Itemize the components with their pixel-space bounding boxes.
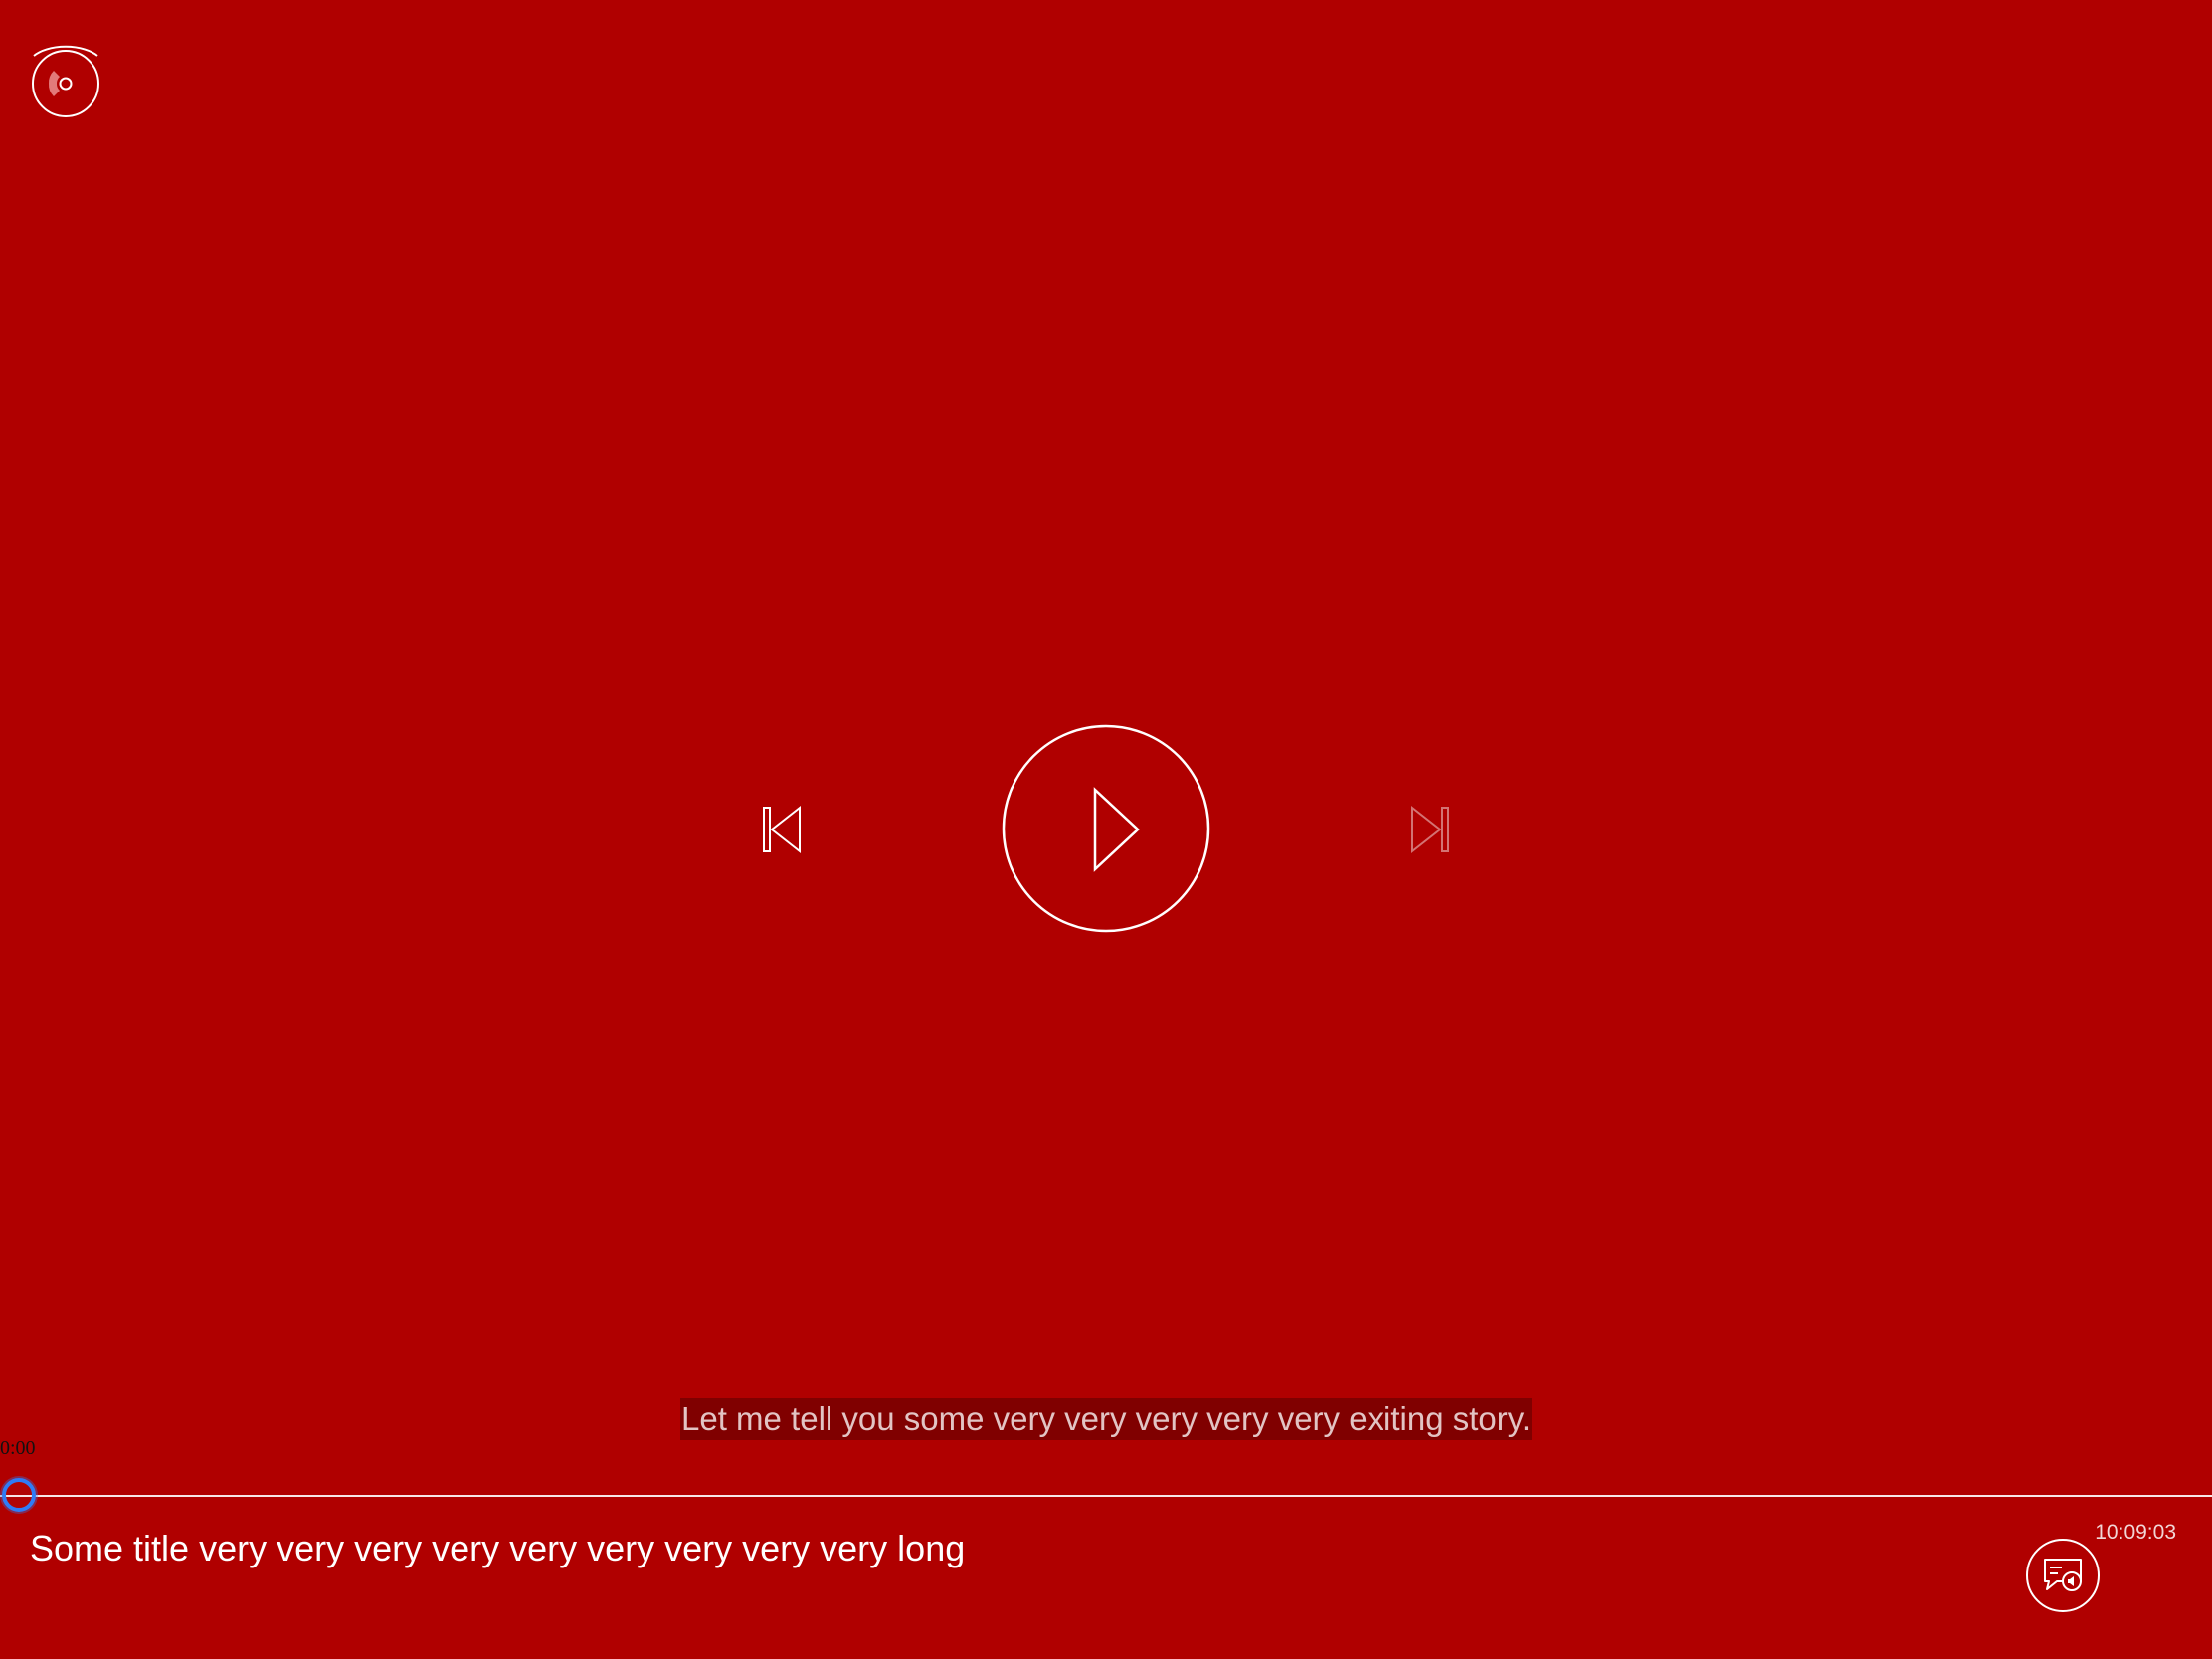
play-button[interactable] (1002, 724, 1210, 933)
subtitles-button[interactable] (2025, 1538, 2101, 1613)
previous-button[interactable] (756, 802, 806, 857)
skip-previous-icon (763, 805, 801, 854)
elapsed-time: 0:00 (0, 1437, 36, 1459)
subtitle-caption: Let me tell you some very very very very… (0, 1398, 2212, 1440)
next-button[interactable] (1406, 802, 1456, 857)
progress-thumb[interactable] (2, 1478, 36, 1512)
play-icon (1002, 724, 1210, 933)
skip-next-icon (1411, 805, 1449, 854)
total-time: 10:09:03 (2095, 1521, 2176, 1544)
disc-button[interactable] (28, 38, 103, 121)
disc-icon (32, 45, 99, 117)
progress-track[interactable] (0, 1495, 2212, 1497)
subtitles-audio-icon (2026, 1539, 2100, 1612)
subtitle-text: Let me tell you some very very very very… (680, 1398, 1532, 1440)
track-title: Some title very very very very very very… (30, 1528, 966, 1568)
